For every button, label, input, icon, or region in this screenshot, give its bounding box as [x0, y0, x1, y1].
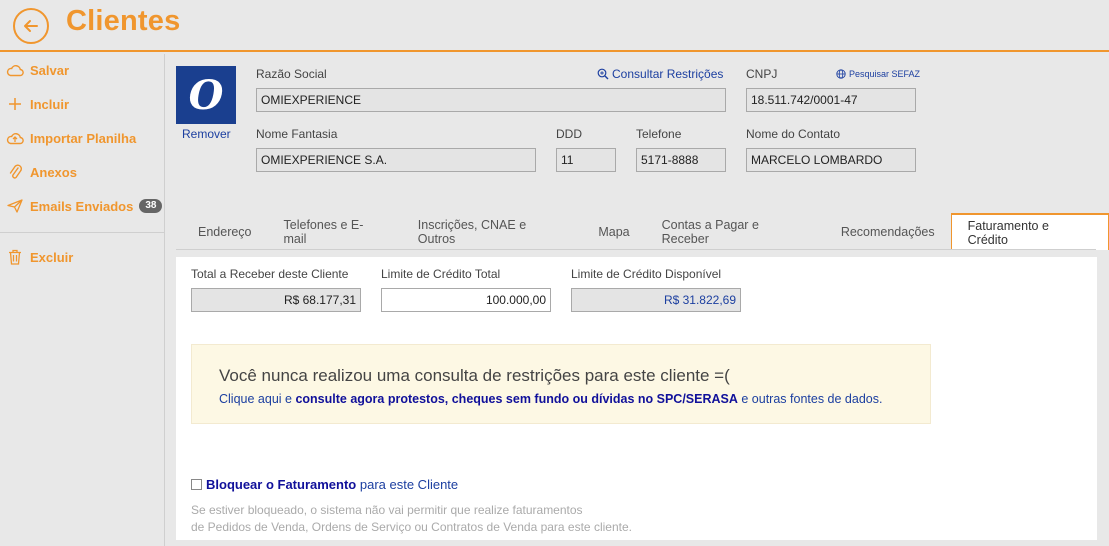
sidebar-item-importar-planilha[interactable]: Importar Planilha: [0, 125, 165, 151]
cnpj-field[interactable]: 18.511.742/0001-47: [746, 88, 916, 112]
arrow-left-icon: [24, 20, 38, 32]
sidebar: Salvar Incluir Importar Planilha Anexos …: [0, 54, 165, 546]
notice-link[interactable]: Clique aqui e consulte agora protestos, …: [219, 392, 882, 406]
tab-recomendacoes[interactable]: Recomendações: [825, 213, 951, 250]
sidebar-item-anexos[interactable]: Anexos: [0, 159, 165, 185]
sidebar-item-label: Importar Planilha: [30, 130, 137, 146]
client-logo: O: [176, 66, 236, 124]
tab-bar: Endereço Telefones e E-mail Inscrições, …: [182, 213, 1109, 250]
total-receber-field: R$ 68.177,31: [191, 288, 361, 312]
pesquisar-sefaz-label: Pesquisar SEFAZ: [849, 69, 921, 79]
sidebar-divider: [0, 232, 165, 233]
sidebar-item-excluir[interactable]: Excluir: [0, 244, 165, 270]
cloud-icon: [0, 63, 30, 77]
sidebar-item-salvar[interactable]: Salvar: [0, 57, 165, 83]
page-title: Clientes: [66, 5, 181, 37]
plus-icon: [0, 97, 30, 111]
notice-link-part2: consulte agora protestos, cheques sem fu…: [295, 392, 738, 406]
pesquisar-sefaz-link[interactable]: Pesquisar SEFAZ: [836, 69, 920, 79]
count-badge: 38: [139, 199, 163, 213]
sidebar-item-label: Emails Enviados: [30, 198, 134, 214]
ddd-field[interactable]: 11: [556, 148, 616, 172]
notice-link-part1: Clique aqui e: [219, 392, 296, 406]
nome-fantasia-field[interactable]: OMIEXPERIENCE S.A.: [256, 148, 536, 172]
trash-icon: [0, 249, 30, 265]
send-icon: [0, 199, 30, 213]
bloquear-faturamento-checkbox[interactable]: [191, 479, 202, 490]
back-button[interactable]: [13, 8, 49, 44]
telefone-field[interactable]: 5171-8888: [636, 148, 726, 172]
razao-social-label: Razão Social: [256, 67, 327, 81]
sidebar-item-label: Anexos: [30, 164, 77, 180]
tab-divider: [176, 249, 1096, 250]
remove-logo-link[interactable]: Remover: [182, 127, 231, 141]
tab-telefones-email[interactable]: Telefones e E-mail: [268, 213, 402, 250]
bloquear-label-rest: para este Cliente: [356, 477, 459, 492]
total-receber-label: Total a Receber deste Cliente: [191, 267, 349, 281]
limite-total-input[interactable]: 100.000,00: [381, 288, 551, 312]
bloquear-faturamento-label: Bloquear o Faturamento para este Cliente: [206, 477, 458, 492]
limite-disponivel-field: R$ 31.822,69: [571, 288, 741, 312]
logo-mark: O: [188, 71, 224, 119]
limite-total-label: Limite de Crédito Total: [381, 267, 501, 281]
sidebar-item-label: Salvar: [30, 62, 70, 78]
ddd-label: DDD: [556, 127, 582, 141]
notice-link-part3: e outras fontes de dados.: [737, 392, 883, 406]
tab-faturamento-credito[interactable]: Faturamento e Crédito: [950, 213, 1109, 250]
globe-icon: [836, 69, 846, 79]
cnpj-label: CNPJ: [746, 67, 778, 81]
faturamento-panel: Total a Receber deste Cliente R$ 68.177,…: [176, 257, 1097, 540]
sidebar-item-label: Excluir: [30, 249, 74, 265]
hint-line-1: Se estiver bloqueado, o sistema não vai …: [191, 503, 583, 517]
razao-social-field[interactable]: OMIEXPERIENCE: [256, 88, 726, 112]
search-icon: [597, 68, 609, 80]
sidebar-item-label: Incluir: [30, 96, 70, 112]
paperclip-icon: [0, 164, 30, 180]
bloquear-hint: Se estiver bloqueado, o sistema não vai …: [191, 502, 632, 536]
consultar-restricoes-label: Consultar Restrições: [612, 67, 724, 81]
sidebar-item-incluir[interactable]: Incluir: [0, 91, 165, 117]
sidebar-item-emails-enviados[interactable]: Emails Enviados 38: [0, 193, 165, 219]
nome-contato-label: Nome do Contato: [746, 127, 841, 141]
tab-inscricoes[interactable]: Inscrições, CNAE e Outros: [402, 213, 583, 250]
tab-endereco[interactable]: Endereço: [182, 213, 268, 250]
limite-disponivel-label: Limite de Crédito Disponível: [571, 267, 722, 281]
tab-contas[interactable]: Contas a Pagar e Receber: [646, 213, 825, 250]
restricoes-notice: Você nunca realizou uma consulta de rest…: [191, 344, 931, 424]
cloud-upload-icon: [0, 131, 30, 145]
nome-fantasia-label: Nome Fantasia: [256, 127, 338, 141]
tab-mapa[interactable]: Mapa: [582, 213, 645, 250]
telefone-label: Telefone: [636, 127, 682, 141]
bloquear-label-bold: Bloquear o Faturamento: [206, 477, 357, 492]
hint-line-2: de Pedidos de Venda, Ordens de Serviço o…: [191, 520, 632, 534]
notice-title: Você nunca realizou uma consulta de rest…: [219, 366, 730, 385]
bloquear-faturamento-option[interactable]: Bloquear o Faturamento para este Cliente: [191, 477, 458, 492]
nome-contato-field[interactable]: MARCELO LOMBARDO: [746, 148, 916, 172]
consultar-restricoes-link[interactable]: Consultar Restrições: [597, 67, 723, 81]
app-header: Clientes: [0, 0, 1109, 52]
